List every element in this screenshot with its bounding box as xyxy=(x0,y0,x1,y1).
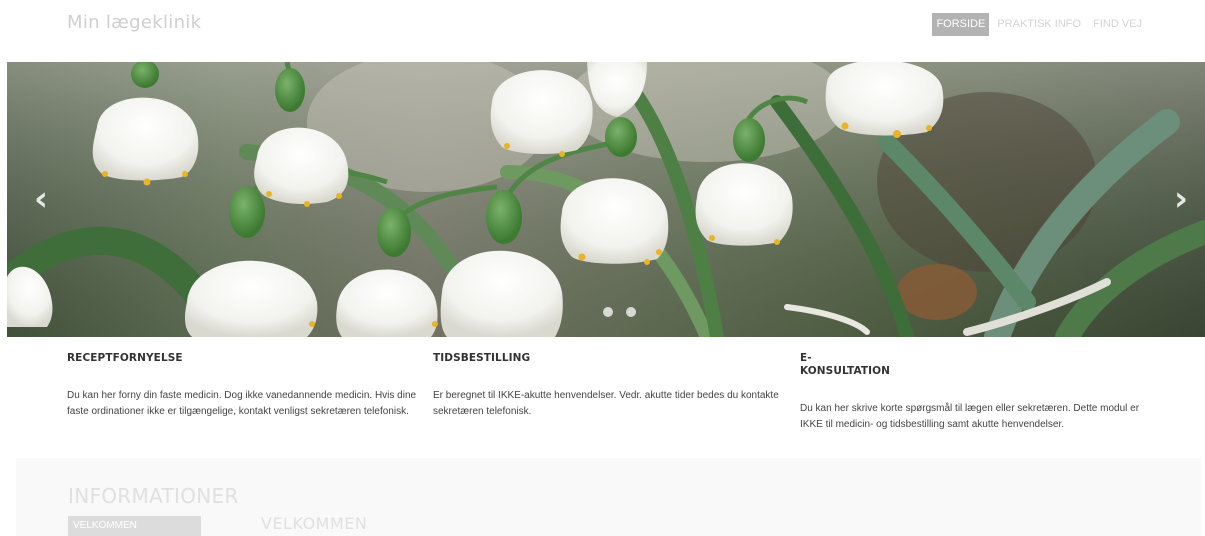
carousel-dot-1[interactable] xyxy=(603,307,613,317)
nav-forside[interactable]: FORSIDE xyxy=(932,13,990,36)
tidsbestilling-text: Er beregnet til IKKE-akutte henvendelser… xyxy=(433,390,779,417)
e-konsultation-text: Du kan her skrive korte spørgsmål til læ… xyxy=(800,403,1140,430)
e-konsultation-section: E-KONSULTATION Du kan her skrive korte s… xyxy=(800,352,1155,433)
chevron-left-icon[interactable]: ‹ xyxy=(29,182,53,216)
receptfornyelse-section: RECEPTFORNYELSE Du kan her forny din fas… xyxy=(67,352,422,420)
tidsbestilling-section: TIDSBESTILLING Er beregnet til IKKE-akut… xyxy=(433,352,788,420)
chevron-right-icon[interactable]: › xyxy=(1169,182,1193,216)
informationer-title: INFORMATIONER xyxy=(68,484,239,508)
receptfornyelse-heading[interactable]: RECEPTFORNYELSE xyxy=(67,352,422,365)
e-konsultation-heading[interactable]: E-KONSULTATION xyxy=(800,352,890,378)
tidsbestilling-heading[interactable]: TIDSBESTILLING xyxy=(433,352,788,365)
nav-praktisk-info[interactable]: PRAKTISK INFO xyxy=(993,13,1085,36)
hero-carousel: ‹ › xyxy=(7,62,1205,337)
site-logo[interactable]: Min lægeklinik xyxy=(67,12,201,33)
carousel-indicators xyxy=(603,307,636,317)
nav-find-vej[interactable]: FIND VEJ xyxy=(1089,13,1146,36)
tab-velkommen[interactable]: VELKOMMEN xyxy=(68,516,201,536)
informationer-section: INFORMATIONER VELKOMMEN VELKOMMEN xyxy=(16,458,1201,536)
snowdrop-flowers-photo xyxy=(7,62,1205,337)
main-nav: FORSIDE PRAKTISK INFO FIND VEJ xyxy=(932,13,1146,36)
site-header: Min lægeklinik FORSIDE PRAKTISK INFO FIN… xyxy=(0,0,1205,62)
velkommen-heading: VELKOMMEN xyxy=(261,514,368,533)
receptfornyelse-text: Du kan her forny din faste medicin. Dog … xyxy=(67,390,417,417)
carousel-dot-2[interactable] xyxy=(626,307,636,317)
